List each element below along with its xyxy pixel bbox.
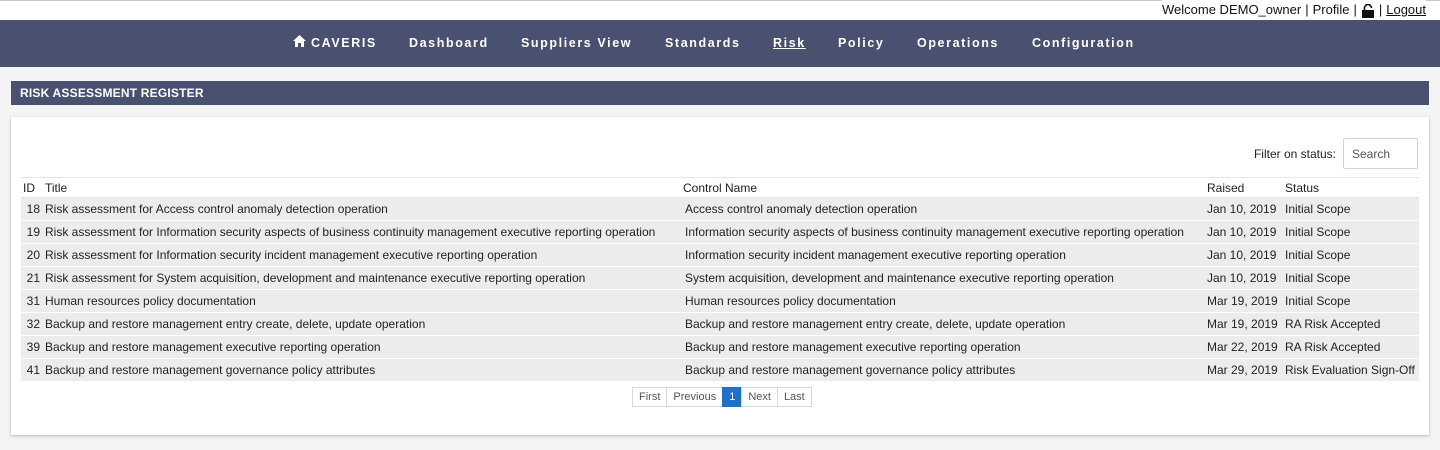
separator: | (1378, 2, 1383, 17)
cell-control-name: Backup and restore management entry crea… (681, 312, 1205, 336)
table-row[interactable]: 19 Risk assessment for Information secur… (21, 220, 1419, 244)
nav-item-standards[interactable]: Standards (665, 20, 741, 67)
cell-raised: Jan 10, 2019 (1205, 243, 1283, 267)
cell-title: Risk assessment for System acquisition, … (43, 266, 681, 290)
separator: | (1353, 2, 1357, 17)
main-nav: CAVERIS Dashboard Suppliers View Standar… (0, 20, 1440, 67)
filter-label: Filter on status: (1253, 147, 1336, 161)
cell-raised: Mar 19, 2019 (1205, 289, 1283, 313)
column-header-title[interactable]: Title (43, 177, 681, 198)
cell-id: 32 (21, 312, 43, 336)
pager-last-button[interactable]: Last (776, 387, 812, 407)
cell-control-name: Backup and restore management governance… (681, 358, 1205, 382)
table-row[interactable]: 20 Risk assessment for Information secur… (21, 243, 1419, 267)
cell-status: Initial Scope (1283, 289, 1419, 313)
cell-raised: Mar 22, 2019 (1205, 335, 1283, 359)
cell-id: 20 (21, 243, 43, 267)
welcome-text: Welcome DEMO_owner (1162, 2, 1302, 17)
cell-id: 21 (21, 266, 43, 290)
search-input[interactable] (1343, 138, 1418, 169)
pager-first-button[interactable]: First (632, 387, 668, 407)
nav-item-suppliers-view[interactable]: Suppliers View (521, 20, 632, 67)
risk-table: ID Title Control Name Raised Status 18 R… (21, 177, 1419, 382)
cell-status: Initial Scope (1283, 266, 1419, 290)
user-bar: Welcome DEMO_owner | Profile | | Logout (1162, 0, 1426, 20)
column-header-status[interactable]: Status (1283, 177, 1419, 198)
cell-control-name: Human resources policy documentation (681, 289, 1205, 313)
cell-title: Risk assessment for Information security… (43, 220, 681, 244)
cell-status: RA Risk Accepted (1283, 312, 1419, 336)
cell-control-name: Information security aspects of business… (681, 220, 1205, 244)
table-row[interactable]: 32 Backup and restore management entry c… (21, 312, 1419, 336)
column-header-raised[interactable]: Raised (1205, 177, 1283, 198)
column-header-control-name[interactable]: Control Name (681, 177, 1205, 198)
cell-id: 41 (21, 358, 43, 382)
nav-item-risk[interactable]: Risk (773, 20, 806, 67)
cell-control-name: Backup and restore management executive … (681, 335, 1205, 359)
cell-raised: Jan 10, 2019 (1205, 220, 1283, 244)
cell-title: Human resources policy documentation (43, 289, 681, 313)
register-panel: Filter on status: ID Title Control Name … (11, 117, 1429, 435)
cell-raised: Mar 29, 2019 (1205, 358, 1283, 382)
nav-item-configuration[interactable]: Configuration (1032, 20, 1135, 67)
nav-item-dashboard[interactable]: Dashboard (409, 20, 489, 67)
cell-id: 18 (21, 197, 43, 221)
cell-id: 39 (21, 335, 43, 359)
nav-label: Standards (665, 36, 741, 50)
nav-label: Suppliers View (521, 36, 633, 50)
table-header-row: ID Title Control Name Raised Status (21, 177, 1419, 198)
cell-status: Initial Scope (1283, 197, 1419, 221)
cell-status: Initial Scope (1283, 243, 1419, 267)
cell-status: Initial Scope (1283, 220, 1419, 244)
lock-icon[interactable] (1361, 3, 1375, 18)
nav-label: Risk (773, 36, 806, 50)
cell-status: RA Risk Accepted (1283, 335, 1419, 359)
cell-control-name: Access control anomaly detection operati… (681, 197, 1205, 221)
nav-label: Configuration (1032, 36, 1135, 50)
nav-item-operations[interactable]: Operations (917, 20, 999, 67)
profile-link[interactable]: Profile (1313, 0, 1350, 20)
table-row[interactable]: 21 Risk assessment for System acquisitio… (21, 266, 1419, 290)
cell-raised: Jan 10, 2019 (1205, 197, 1283, 221)
cell-title: Backup and restore management governance… (43, 358, 681, 382)
cell-raised: Jan 10, 2019 (1205, 266, 1283, 290)
table-row[interactable]: 31 Human resources policy documentation … (21, 289, 1419, 313)
column-header-id[interactable]: ID (21, 177, 43, 198)
pager-previous-button[interactable]: Previous (666, 387, 724, 407)
cell-control-name: Information security incident management… (681, 243, 1205, 267)
nav-label: Policy (838, 36, 885, 50)
cell-status: Risk Evaluation Sign-Off (1283, 358, 1419, 382)
cell-title: Backup and restore management executive … (43, 335, 681, 359)
separator: | (1305, 2, 1309, 17)
home-icon (292, 21, 307, 47)
cell-control-name: System acquisition, development and main… (681, 266, 1205, 290)
pagination: First Previous 1 Next Last (632, 387, 812, 407)
pager-next-button[interactable]: Next (741, 387, 778, 407)
section-title: RISK ASSESSMENT REGISTER (11, 81, 1429, 105)
cell-title: Risk assessment for Information security… (43, 243, 681, 267)
nav-brand[interactable]: CAVERIS (292, 20, 377, 67)
nav-label: Operations (917, 36, 999, 50)
brand-label: CAVERIS (311, 36, 377, 50)
cell-title: Risk assessment for Access control anoma… (43, 197, 681, 221)
table-row[interactable]: 39 Backup and restore management executi… (21, 335, 1419, 359)
table-row[interactable]: 18 Risk assessment for Access control an… (21, 197, 1419, 221)
nav-label: Dashboard (409, 36, 489, 50)
cell-raised: Mar 19, 2019 (1205, 312, 1283, 336)
logout-link[interactable]: Logout (1386, 0, 1426, 20)
cell-title: Backup and restore management entry crea… (43, 312, 681, 336)
nav-item-policy[interactable]: Policy (838, 20, 884, 67)
table-row[interactable]: 41 Backup and restore management governa… (21, 358, 1419, 382)
cell-id: 19 (21, 220, 43, 244)
cell-id: 31 (21, 289, 43, 313)
pager-page-button[interactable]: 1 (722, 387, 743, 407)
